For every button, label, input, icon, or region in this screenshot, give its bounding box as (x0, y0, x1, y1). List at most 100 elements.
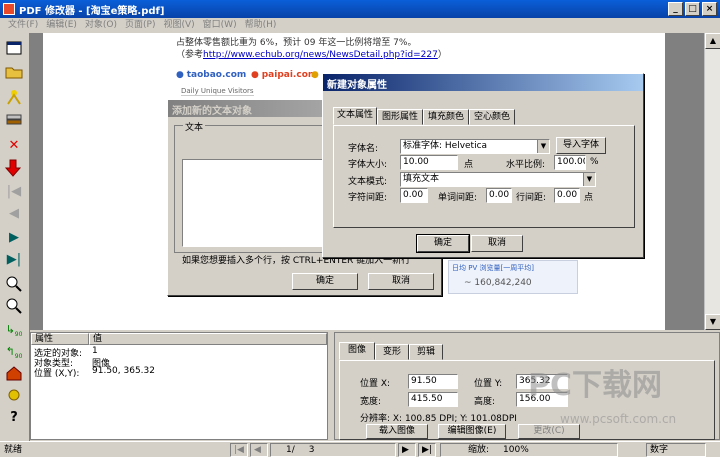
home-icon[interactable] (4, 365, 24, 383)
tab-image[interactable]: 图像 (339, 342, 375, 360)
status-bar: 就绪 |◀ ◀ 1/3 ▶ ▶| 缩放: 100% 数字 (0, 441, 720, 457)
tab-clip[interactable]: 剪辑 (409, 344, 443, 360)
status-text: 就绪 (4, 445, 23, 455)
legend-dot: ● (311, 70, 319, 80)
watermark-url: www.pcsoft.com.cn (560, 412, 677, 426)
word-spacing-field[interactable]: 0.00 (486, 188, 512, 203)
pos-y-label: 位置 Y: (474, 379, 503, 389)
apply-button[interactable]: 更改(C) (518, 424, 580, 439)
object-properties-dialog: 新建对象属性 文本属性 图形属性 填充颜色 空心颜色 字体名: 标准字体: He… (322, 73, 644, 258)
stack-icon[interactable] (4, 113, 24, 131)
zoom-indicator: 缩放: 100% (440, 443, 618, 457)
scroll-up-icon[interactable]: ▲ (705, 33, 720, 49)
doc-link[interactable]: http://www.echub.org/news/NewsDetail.php… (203, 50, 438, 60)
line-spacing-label: 行间距: (516, 193, 547, 203)
app-icon (3, 3, 15, 15)
horizontal-scale-unit: % (590, 157, 599, 167)
pv-stat-box: 日均 PV 浏览量[一周平均] ~ 160,842,240 (448, 260, 578, 294)
menu-help[interactable]: 帮助(H) (245, 20, 277, 30)
load-image-button[interactable]: 载入图像 (366, 424, 428, 439)
prop-row-key: 位置 (X,Y): (34, 369, 80, 379)
help-icon[interactable]: ? (4, 409, 24, 427)
tools-icon[interactable] (4, 387, 24, 405)
font-size-label: 字体大小: (348, 160, 388, 170)
title-bar: PDF 修改器 - [淘宝e策略.pdf] _ □ × (0, 0, 720, 18)
font-size-unit: 点 (464, 160, 474, 170)
numlock-indicator: 数字 (646, 443, 706, 457)
object-properties-dialog-title: 新建对象属性 (323, 74, 643, 91)
font-name-label: 字体名: (348, 144, 379, 154)
status-next-page-icon[interactable]: ▶ (398, 443, 416, 457)
scroll-down-icon[interactable]: ▼ (705, 314, 720, 330)
text-mode-label: 文本模式: (348, 177, 388, 187)
props-ok-button[interactable]: 确定 (416, 234, 470, 253)
open-folder-icon[interactable] (4, 65, 24, 83)
rotate-90-icon[interactable]: ↳90 (4, 321, 24, 339)
pos-x-label: 位置 X: (360, 379, 391, 389)
prop-row-value: 1 (92, 346, 98, 356)
menu-bar: 文件(F) 编辑(E) 对象(O) 页面(P) 视图(V) 窗口(W) 帮助(H) (0, 18, 720, 32)
char-spacing-field[interactable]: 0.00 (400, 188, 428, 203)
horizontal-scale-label: 水平比例: (506, 160, 546, 170)
text-mode-combo[interactable]: 填充文本 ▼ (400, 172, 596, 187)
menu-edit[interactable]: 编辑(E) (46, 20, 77, 30)
width-label: 宽度: (360, 397, 382, 407)
legend-taobao: ● taobao.com (176, 70, 247, 80)
menu-view[interactable]: 视图(V) (163, 20, 194, 30)
first-page-icon[interactable]: |◀ (4, 183, 24, 201)
value-column-header[interactable]: 值 (89, 333, 327, 345)
line-spacing-unit: 点 (584, 193, 594, 203)
status-last-page-icon[interactable]: ▶| (418, 443, 436, 457)
pos-x-field[interactable]: 91.50 (408, 374, 458, 389)
cancel-button[interactable]: 取消 (368, 273, 434, 290)
text-properties-panel: 字体名: 标准字体: Helvetica ▼ 导入字体 字体大小: 10.00 点… (333, 125, 635, 228)
minimize-button[interactable]: _ (668, 2, 683, 16)
user-icon[interactable] (4, 89, 24, 107)
rotate-minus-90-icon[interactable]: ↰90 (4, 343, 24, 361)
legend-paipai: ● paipai.com (251, 70, 318, 80)
props-cancel-button[interactable]: 取消 (471, 235, 523, 252)
watermark-text: PC下载网 (528, 368, 663, 403)
tab-stroke-color[interactable]: 空心颜色 (469, 109, 515, 125)
horizontal-scale-field[interactable]: 100.00 (554, 155, 586, 170)
chevron-down-icon[interactable]: ▼ (583, 173, 595, 186)
arrow-down-red-icon[interactable] (4, 159, 24, 177)
menu-page[interactable]: 页面(P) (125, 20, 155, 30)
chevron-down-icon[interactable]: ▼ (537, 140, 549, 153)
pv-label: 日均 PV 浏览量[一周平均] (452, 264, 534, 272)
close-button[interactable]: × (702, 2, 717, 16)
resolution-text: 分辨率: X: 100.85 DPI; Y: 101.08DPI (360, 414, 517, 424)
tab-text-properties[interactable]: 文本属性 (333, 107, 377, 125)
tab-graphic-properties[interactable]: 图形属性 (377, 109, 423, 125)
prop-row-value: 91.50, 365.32 (92, 366, 155, 376)
line-spacing-field[interactable]: 0.00 (554, 188, 580, 203)
menu-object[interactable]: 对象(O) (85, 20, 117, 30)
ok-button[interactable]: 确定 (292, 273, 358, 290)
property-panel: 属性 值 选定的对象: 1 对象类型: 图像 位置 (X,Y): 91.50, … (30, 332, 328, 440)
import-font-button[interactable]: 导入字体 (556, 137, 606, 154)
last-page-icon[interactable]: ▶| (4, 251, 24, 269)
menu-window[interactable]: 窗口(W) (203, 20, 237, 30)
font-size-field[interactable]: 10.00 (400, 155, 458, 170)
vertical-scrollbar[interactable]: ▲ ▼ (704, 33, 720, 330)
doc-ref-line: （参考http://www.echub.org/news/NewsDetail.… (176, 50, 447, 60)
maximize-button[interactable]: □ (685, 2, 700, 16)
font-name-combo[interactable]: 标准字体: Helvetica ▼ (400, 139, 550, 154)
edit-image-button[interactable]: 编辑图像(E) (438, 424, 506, 439)
tab-transform[interactable]: 变形 (375, 344, 409, 360)
prev-page-icon[interactable]: ◀ (4, 205, 24, 223)
next-page-icon[interactable]: ▶ (4, 229, 24, 247)
chart-subtitle: Daily Unique Visitors (181, 87, 254, 96)
menu-file[interactable]: 文件(F) (8, 20, 38, 30)
height-label: 高度: (474, 397, 496, 407)
delete-icon[interactable]: ✕ (4, 137, 24, 155)
tab-fill-color[interactable]: 填充颜色 (423, 109, 469, 125)
zoom-out-icon[interactable] (4, 297, 24, 315)
word-spacing-label: 单词间距: (438, 193, 478, 203)
zoom-in-icon[interactable] (4, 275, 24, 293)
status-first-page-icon[interactable]: |◀ (230, 443, 248, 457)
width-field[interactable]: 415.50 (408, 392, 458, 407)
window-icon[interactable] (4, 41, 24, 59)
status-prev-page-icon[interactable]: ◀ (250, 443, 268, 457)
property-column-header[interactable]: 属性 (31, 333, 89, 345)
